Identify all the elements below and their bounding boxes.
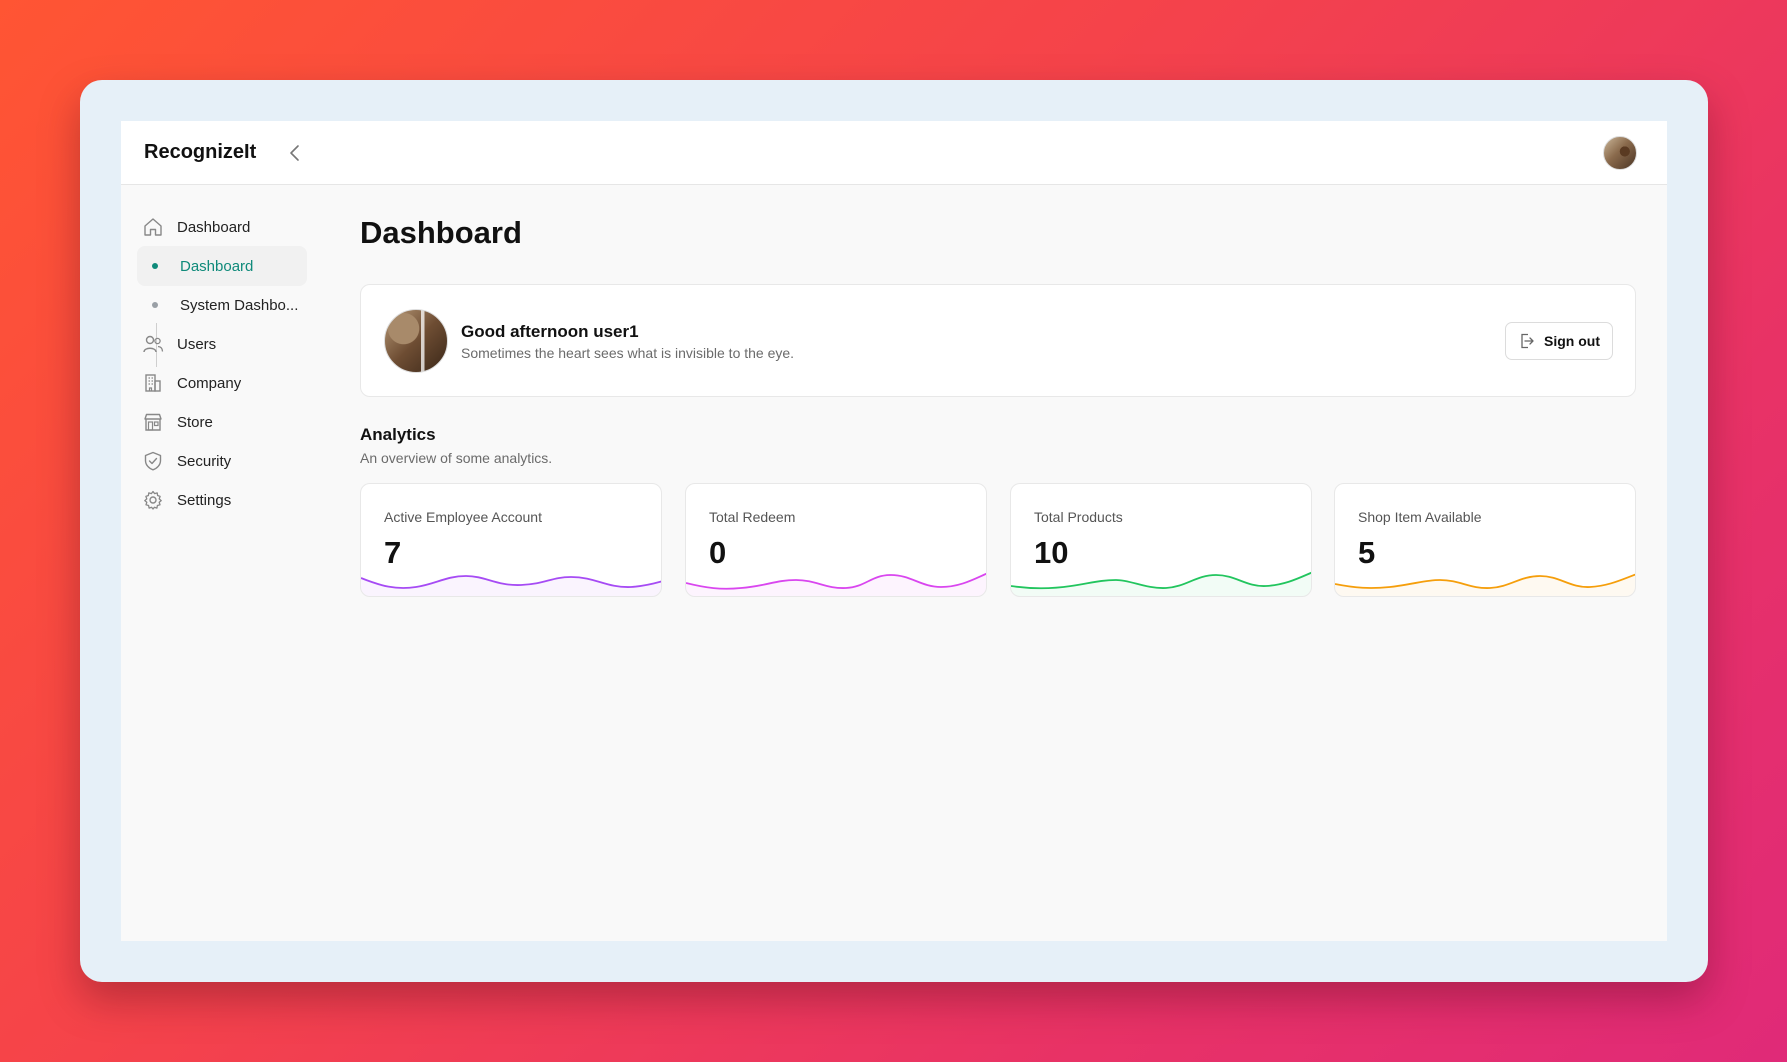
user-avatar[interactable]: [1603, 136, 1637, 170]
sidebar-item-label: Security: [177, 452, 232, 470]
analytics-subtitle: An overview of some analytics.: [360, 450, 553, 466]
brand-logo: RecognizeIt: [144, 141, 257, 163]
dot-icon: [152, 302, 158, 308]
sidebar-item-label: Company: [177, 374, 242, 392]
chevron-left-icon: [290, 145, 299, 161]
sparkline-line: [686, 572, 986, 590]
avatar: [384, 309, 448, 373]
shield-icon: [139, 447, 167, 475]
stat-card-shop-items[interactable]: Shop Item Available 5: [1334, 483, 1636, 597]
active-dot-icon: [152, 263, 158, 269]
building-icon: [139, 369, 167, 397]
analytics-title: Analytics: [360, 425, 436, 444]
gear-icon: [139, 486, 167, 514]
sidebar-item-label: Users: [177, 335, 217, 353]
sparkline: [361, 575, 661, 596]
window-frame: RecognizeIt Dashboard Dashboard System D…: [80, 80, 1708, 982]
sidebar-item-dashboard-sub[interactable]: Dashboard: [137, 246, 307, 286]
collapse-sidebar-button[interactable]: [283, 141, 307, 165]
sidebar-item-label: Store: [177, 413, 213, 431]
sidebar-item-store[interactable]: Store: [137, 402, 307, 442]
stat-label: Total Redeem: [709, 509, 796, 525]
app-window: RecognizeIt Dashboard Dashboard System D…: [121, 121, 1667, 941]
quote-text: Sometimes the heart sees what is invisib…: [461, 345, 795, 361]
sparkline-fill: [1011, 572, 1311, 596]
greeting-text: Good afternoon user1: [461, 322, 639, 341]
sidebar-item-security[interactable]: Security: [137, 441, 307, 481]
sidebar-item-users[interactable]: Users: [137, 324, 307, 364]
sparkline-line: [1011, 571, 1311, 590]
sidebar-item-settings[interactable]: Settings: [137, 480, 307, 520]
stat-card-total-redeem[interactable]: Total Redeem 0: [685, 483, 987, 597]
store-icon: [139, 408, 167, 436]
sparkline: [1011, 571, 1311, 596]
sign-out-label: Sign out: [1544, 333, 1600, 349]
sidebar-item-system-dashboard[interactable]: System Dashbo...: [137, 285, 307, 325]
sidebar-item-label: System Dashbo...: [180, 296, 299, 314]
sidebar-item-company[interactable]: Company: [137, 363, 307, 403]
sparkline: [1335, 573, 1635, 596]
sparkline-fill: [686, 573, 986, 596]
stat-label: Total Products: [1034, 509, 1123, 525]
stat-card-active-employees[interactable]: Active Employee Account 7: [360, 483, 662, 597]
sidebar-item-label: Dashboard: [180, 257, 254, 275]
users-icon: [139, 330, 167, 358]
sidebar-item-label: Settings: [177, 491, 232, 509]
sparkline-line: [1335, 573, 1635, 589]
top-bar: RecognizeIt: [121, 121, 1667, 185]
stat-card-total-products[interactable]: Total Products 10: [1010, 483, 1312, 597]
stat-label: Active Employee Account: [384, 509, 542, 525]
sign-out-icon: [1521, 333, 1534, 349]
sidebar: Dashboard Dashboard System Dashbo... Use…: [121, 185, 331, 941]
sign-out-button[interactable]: Sign out: [1505, 322, 1613, 360]
home-icon: [139, 213, 167, 241]
sparkline: [686, 572, 986, 596]
sparkline-fill: [1335, 574, 1635, 596]
welcome-card: Good afternoon user1 Sometimes the heart…: [360, 284, 1636, 397]
stat-label: Shop Item Available: [1358, 509, 1482, 525]
sidebar-item-label: Dashboard: [177, 218, 251, 236]
sidebar-item-dashboard[interactable]: Dashboard: [137, 207, 307, 247]
page-title: Dashboard: [360, 215, 522, 250]
